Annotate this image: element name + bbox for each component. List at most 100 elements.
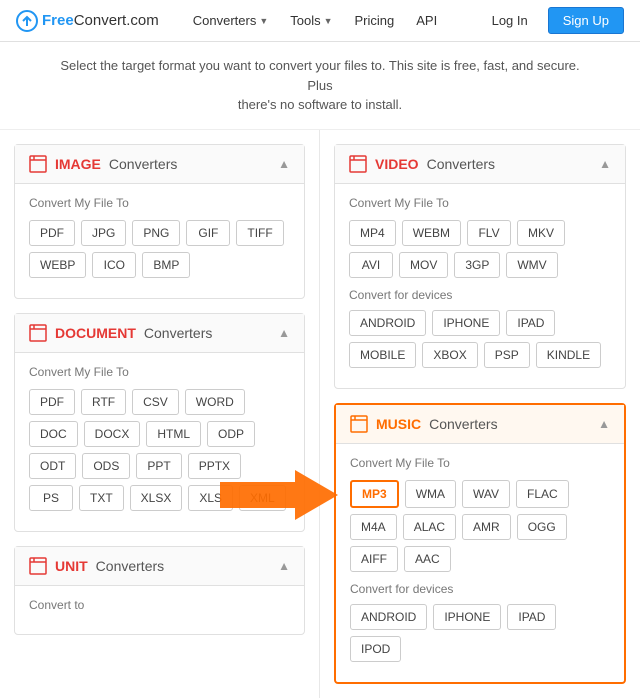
music-format-buttons: MP3 WMA WAV FLAC M4A ALAC AMR OGG AIFF A… — [350, 480, 610, 572]
nav-api[interactable]: API — [406, 9, 447, 32]
right-column: VIDEO Converters ▲ Convert My File To MP… — [320, 130, 640, 698]
vid-btn-mov[interactable]: MOV — [399, 252, 448, 278]
logo-icon — [16, 10, 38, 32]
doc-btn-word[interactable]: WORD — [185, 389, 245, 415]
doc-btn-odp[interactable]: ODP — [207, 421, 255, 447]
unit-section: UNIT Converters ▲ Convert to — [14, 546, 305, 635]
doc-btn-pdf[interactable]: PDF — [29, 389, 75, 415]
nav-tools[interactable]: Tools ▼ — [280, 9, 342, 32]
music-btn-mp3[interactable]: MP3 — [350, 480, 399, 508]
video-device-buttons: ANDROID IPHONE IPAD MOBILE XBOX PSP KIND… — [349, 310, 611, 368]
vid-device-xbox[interactable]: XBOX — [422, 342, 477, 368]
login-button[interactable]: Log In — [480, 8, 540, 33]
music-btn-m4a[interactable]: M4A — [350, 514, 397, 540]
vid-device-psp[interactable]: PSP — [484, 342, 530, 368]
vid-device-kindle[interactable]: KINDLE — [536, 342, 601, 368]
format-btn-tiff[interactable]: TIFF — [236, 220, 283, 246]
video-collapse-button[interactable]: ▲ — [599, 157, 611, 171]
chevron-down-icon: ▼ — [324, 16, 333, 26]
header: FreeConvert.com Converters ▼ Tools ▼ Pri… — [0, 0, 640, 42]
music-section-content: Convert My File To MP3 WMA WAV FLAC M4A … — [336, 444, 624, 682]
unit-section-content: Convert to — [15, 586, 304, 634]
music-collapse-button[interactable]: ▲ — [598, 417, 610, 431]
music-btn-wma[interactable]: WMA — [405, 480, 456, 508]
music-btn-wav[interactable]: WAV — [462, 480, 510, 508]
doc-btn-xlsx[interactable]: XLSX — [130, 485, 183, 511]
vid-btn-webm[interactable]: WEBM — [402, 220, 461, 246]
doc-btn-xml[interactable]: XML — [239, 485, 286, 511]
document-section-icon — [29, 324, 47, 342]
doc-btn-txt[interactable]: TXT — [79, 485, 124, 511]
music-section-icon — [350, 415, 368, 433]
vid-btn-mkv[interactable]: MKV — [517, 220, 565, 246]
image-format-buttons: PDF JPG PNG GIF TIFF WEBP ICO BMP — [29, 220, 290, 278]
music-btn-aiff[interactable]: AIFF — [350, 546, 398, 572]
music-device-iphone[interactable]: IPHONE — [433, 604, 501, 630]
vid-btn-avi[interactable]: AVI — [349, 252, 393, 278]
doc-btn-xls[interactable]: XLS — [188, 485, 233, 511]
image-collapse-button[interactable]: ▲ — [278, 157, 290, 171]
logo-domain: .com — [126, 12, 159, 29]
vid-device-mobile[interactable]: MOBILE — [349, 342, 416, 368]
doc-btn-csv[interactable]: CSV — [132, 389, 179, 415]
format-btn-ico[interactable]: ICO — [92, 252, 136, 278]
music-device-buttons: ANDROID IPHONE IPAD IPOD — [350, 604, 610, 662]
format-btn-jpg[interactable]: JPG — [81, 220, 126, 246]
document-section-header: DOCUMENT Converters ▲ — [15, 314, 304, 353]
format-btn-webp[interactable]: WEBP — [29, 252, 86, 278]
vid-btn-3gp[interactable]: 3GP — [454, 252, 500, 278]
unit-collapse-button[interactable]: ▲ — [278, 559, 290, 573]
music-btn-flac[interactable]: FLAC — [516, 480, 569, 508]
music-device-ipod[interactable]: IPOD — [350, 636, 401, 662]
unit-convert-label: Convert to — [29, 598, 290, 612]
logo-free: Free — [42, 12, 74, 29]
left-column: IMAGE Converters ▲ Convert My File To PD… — [0, 130, 320, 698]
music-btn-alac[interactable]: ALAC — [403, 514, 456, 540]
format-btn-bmp[interactable]: BMP — [142, 252, 190, 278]
header-actions: Log In Sign Up — [480, 7, 624, 34]
doc-btn-ppt[interactable]: PPT — [136, 453, 181, 479]
doc-btn-odt[interactable]: ODT — [29, 453, 76, 479]
doc-btn-doc[interactable]: DOC — [29, 421, 78, 447]
main-content: IMAGE Converters ▲ Convert My File To PD… — [0, 130, 640, 698]
nav-pricing[interactable]: Pricing — [345, 9, 405, 32]
signup-button[interactable]: Sign Up — [548, 7, 624, 34]
subtitle: Select the target format you want to con… — [0, 42, 640, 130]
music-btn-ogg[interactable]: OGG — [517, 514, 567, 540]
document-section-content: Convert My File To PDF RTF CSV WORD DOC … — [15, 353, 304, 531]
vid-device-android[interactable]: ANDROID — [349, 310, 426, 336]
document-collapse-button[interactable]: ▲ — [278, 326, 290, 340]
video-section-icon — [349, 155, 367, 173]
doc-btn-html[interactable]: HTML — [146, 421, 201, 447]
music-device-android[interactable]: ANDROID — [350, 604, 427, 630]
chevron-down-icon: ▼ — [259, 16, 268, 26]
nav-converters[interactable]: Converters ▼ — [183, 9, 279, 32]
format-btn-pdf[interactable]: PDF — [29, 220, 75, 246]
music-devices-label: Convert for devices — [350, 582, 610, 596]
format-btn-png[interactable]: PNG — [132, 220, 180, 246]
music-device-ipad[interactable]: IPAD — [507, 604, 556, 630]
doc-btn-ods[interactable]: ODS — [82, 453, 130, 479]
format-btn-gif[interactable]: GIF — [186, 220, 230, 246]
music-btn-aac[interactable]: AAC — [404, 546, 451, 572]
logo[interactable]: FreeConvert.com — [16, 10, 159, 32]
music-convert-label: Convert My File To — [350, 456, 610, 470]
music-section: MUSIC Converters ▲ Convert My File To MP… — [334, 403, 626, 684]
music-section-title: MUSIC Converters — [350, 415, 498, 433]
doc-btn-ps[interactable]: PS — [29, 485, 73, 511]
vid-device-iphone[interactable]: IPHONE — [432, 310, 500, 336]
doc-btn-docx[interactable]: DOCX — [84, 421, 141, 447]
vid-btn-mp4[interactable]: MP4 — [349, 220, 396, 246]
video-convert-label: Convert My File To — [349, 196, 611, 210]
doc-btn-rtf[interactable]: RTF — [81, 389, 126, 415]
document-convert-label: Convert My File To — [29, 365, 290, 379]
image-section-icon — [29, 155, 47, 173]
vid-device-ipad[interactable]: IPAD — [506, 310, 555, 336]
doc-btn-pptx[interactable]: PPTX — [188, 453, 241, 479]
vid-btn-flv[interactable]: FLV — [467, 220, 511, 246]
vid-btn-wmv[interactable]: WMV — [506, 252, 557, 278]
music-btn-amr[interactable]: AMR — [462, 514, 511, 540]
unit-section-header: UNIT Converters ▲ — [15, 547, 304, 586]
unit-section-title: UNIT Converters — [29, 557, 164, 575]
main-nav: Converters ▼ Tools ▼ Pricing API — [183, 9, 480, 32]
